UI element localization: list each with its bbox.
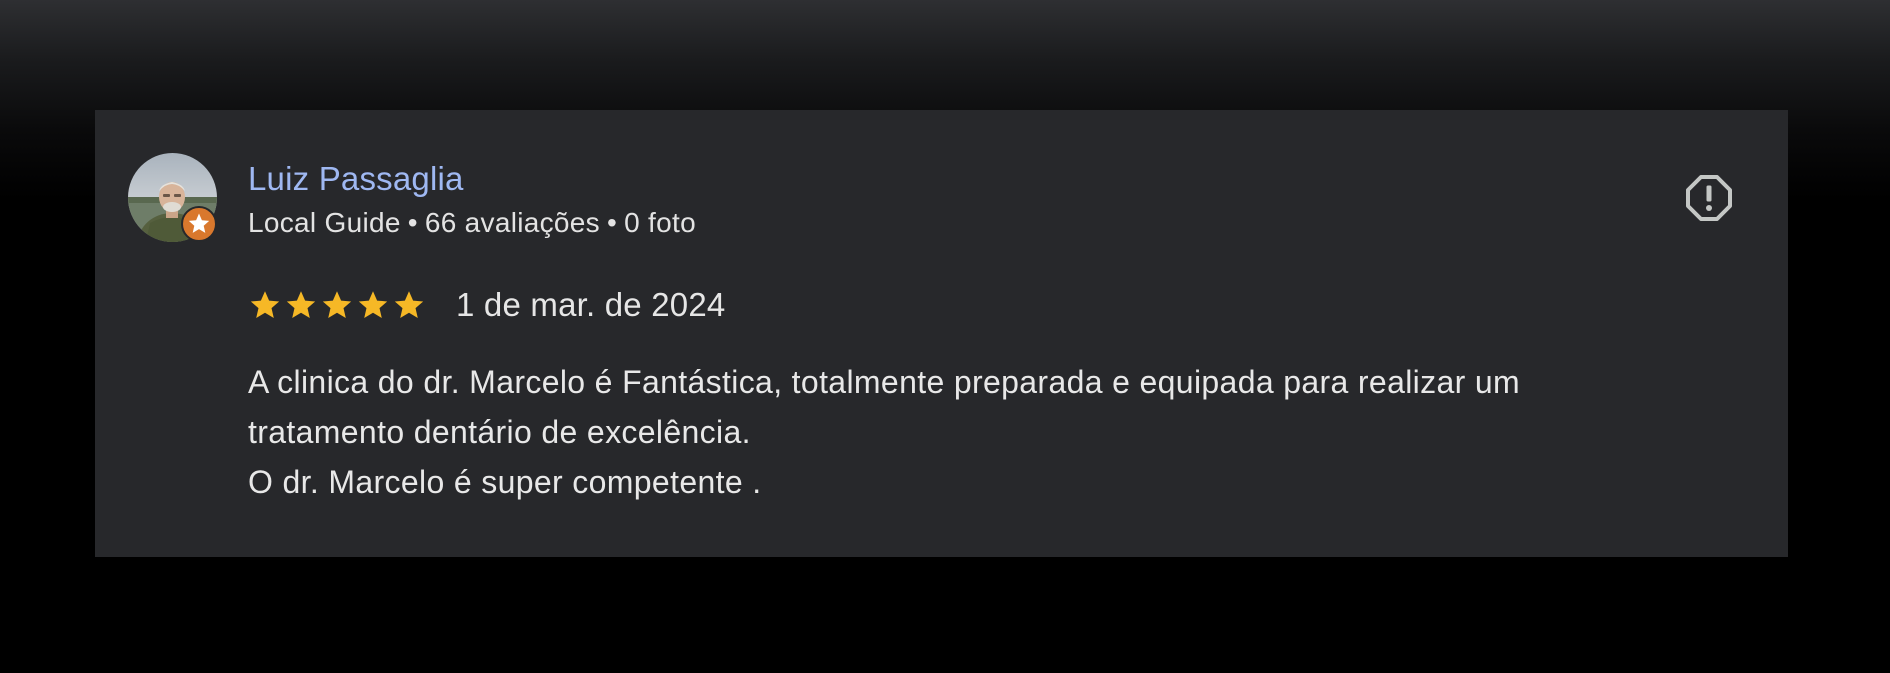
review-text-line: A clinica do dr. Marcelo é Fantástica, t… — [248, 364, 1521, 400]
review-text-line: O dr. Marcelo é super competente . — [248, 464, 762, 500]
star-icon — [394, 291, 424, 319]
photos-count: 0 foto — [624, 207, 696, 238]
star-icon — [322, 291, 352, 319]
meta-separator: • — [407, 207, 418, 238]
star-icon — [358, 291, 388, 319]
star-icon — [286, 291, 316, 319]
reviewer-avatar[interactable] — [128, 153, 217, 242]
reviews-count: 66 avaliações — [424, 207, 600, 238]
review-text: A clinica do dr. Marcelo é Fantástica, t… — [248, 357, 1748, 507]
report-flag-icon[interactable] — [1685, 174, 1733, 222]
reviewer-name[interactable]: Luiz Passaglia — [248, 160, 464, 198]
review-text-line: tratamento dentário de excelência. — [248, 414, 751, 450]
local-guide-label: Local Guide — [248, 207, 401, 238]
review-date: 1 de mar. de 2024 — [456, 286, 726, 323]
star-rating — [248, 288, 426, 322]
review-card: Luiz Passaglia Local Guide • 66 avaliações… — [95, 110, 1788, 557]
local-guide-star-icon — [181, 206, 217, 242]
reviewer-meta: Local Guide • 66 avaliações • 0 foto — [248, 207, 696, 239]
star-icon — [250, 291, 280, 319]
rating-row: 1 de mar. de 2024 — [248, 285, 725, 325]
meta-separator: • — [606, 207, 618, 238]
